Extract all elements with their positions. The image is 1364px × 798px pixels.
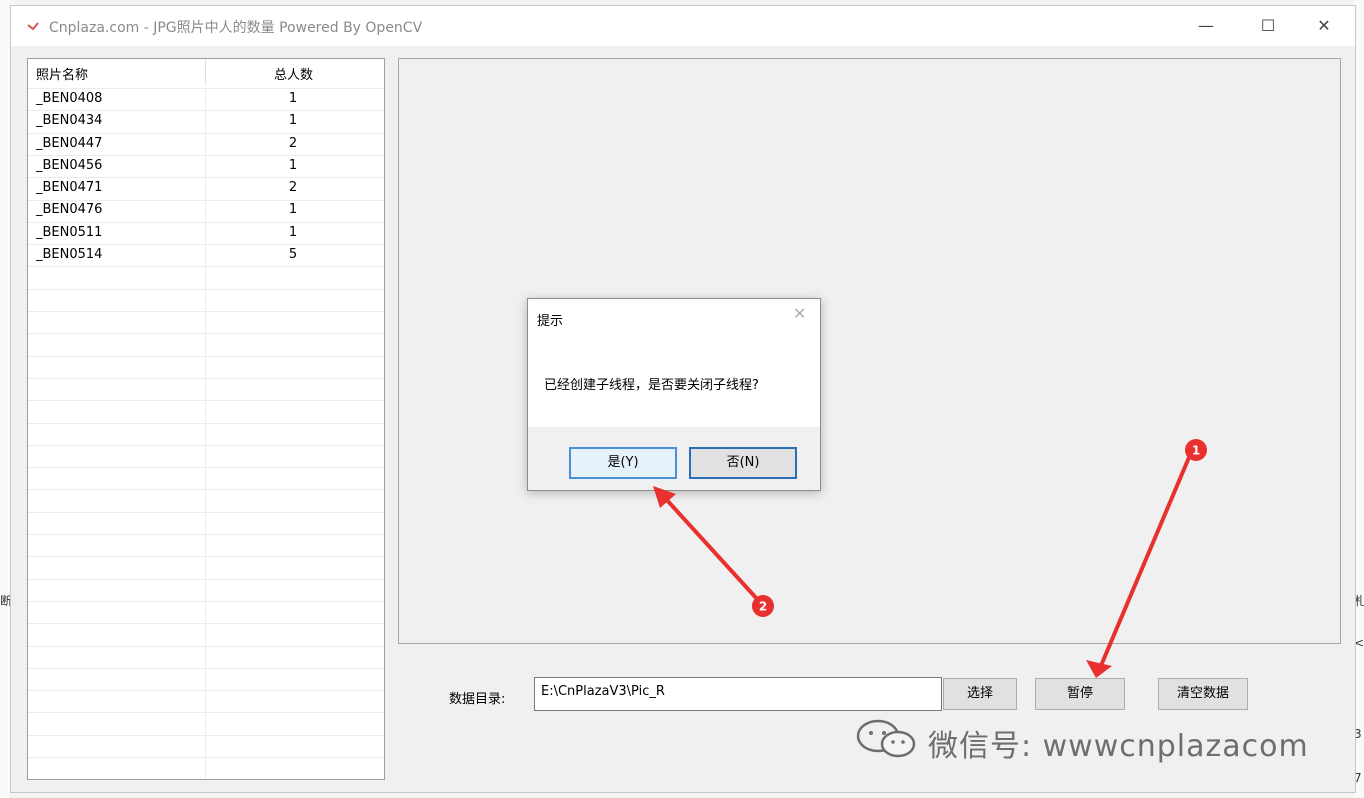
- people-count-cell: 2: [288, 135, 298, 151]
- watermark: 微信号: wwwcnplazacom: [852, 715, 1332, 765]
- grid-line: [28, 333, 384, 335]
- list-item[interactable]: _BEN0511 1: [28, 222, 384, 244]
- grid-line: [28, 645, 384, 647]
- people-count-cell: 2: [288, 180, 298, 196]
- list-item[interactable]: _BEN0471 2: [28, 177, 384, 199]
- grid-line: [28, 422, 384, 424]
- grid-line: [28, 779, 384, 780]
- grid-line: [28, 534, 384, 535]
- background-edge-left: [0, 0, 10, 798]
- list-item[interactable]: _BEN0456 1: [28, 155, 384, 177]
- grid-line: [28, 690, 384, 692]
- photo-name-cell: _BEN0456: [36, 157, 103, 173]
- watermark-text: 微信号: wwwcnplazacom: [928, 729, 1309, 764]
- dialog-footer: 是(Y) 否(N): [528, 427, 820, 490]
- list-rows: _BEN0408 1 _BEN0434 1 _BEN0447 2 _BEN0456 1 _BEN…: [28, 88, 384, 266]
- people-count-cell: 1: [288, 224, 298, 240]
- grid-line: [28, 623, 384, 625]
- grid-line: [28, 489, 384, 491]
- photo-name-cell: _BEN0447: [36, 135, 103, 151]
- people-count-cell: 5: [288, 247, 298, 263]
- dialog-title: 提示: [537, 314, 564, 329]
- grid-line: [28, 734, 384, 736]
- dialog-message: 已经创建子线程，是否要关闭子线程?: [544, 378, 759, 393]
- grid-line: [28, 311, 384, 312]
- grid-line: [28, 377, 384, 379]
- grid-line: [28, 467, 384, 469]
- photo-name-cell: _BEN0408: [36, 91, 103, 106]
- grid-line: [28, 578, 384, 580]
- no-button[interactable]: 否(N): [689, 447, 797, 479]
- list-item[interactable]: _BEN0434 1: [28, 110, 384, 132]
- column-header-total-people[interactable]: 总人数: [274, 64, 313, 83]
- photo-list[interactable]: 照片名称 总人数 _BEN0408 1 _BEN0434 1 _BEN0447 2 _BEN…: [27, 58, 385, 780]
- photo-name-cell: _BEN0514: [36, 247, 103, 263]
- photo-name-cell: _BEN0434: [36, 113, 103, 129]
- photo-name-cell: _BEN0511: [36, 224, 103, 240]
- grid-line: [28, 757, 384, 758]
- list-header: 照片名称 总人数: [28, 59, 384, 85]
- maximize-icon[interactable]: ☐: [1245, 6, 1291, 46]
- dialog-close-icon[interactable]: ✕: [793, 304, 806, 323]
- grid-line: [28, 288, 384, 290]
- list-item[interactable]: _BEN0408 1: [28, 88, 384, 110]
- grid-line: [28, 511, 384, 513]
- grid-line: [28, 712, 384, 714]
- title-bar[interactable]: Cnplaza.com - JPG照片中人的数量 Powered By Open…: [11, 6, 1355, 46]
- list-item[interactable]: _BEN0514 5: [28, 244, 384, 266]
- prompt-dialog: 提示 ✕ 已经创建子线程，是否要关闭子线程? 是(Y) 否(N): [527, 298, 821, 491]
- select-button[interactable]: 选择: [943, 678, 1017, 710]
- wechat-icon: [856, 719, 916, 758]
- list-item[interactable]: _BEN0447 2: [28, 133, 384, 155]
- list-item[interactable]: _BEN0476 1: [28, 199, 384, 221]
- close-icon[interactable]: ✕: [1301, 6, 1347, 46]
- data-directory-label: 数据目录:: [449, 692, 506, 707]
- photo-name-cell: _BEN0476: [36, 202, 103, 218]
- grid-line: [28, 266, 384, 268]
- minimize-icon[interactable]: —: [1183, 6, 1229, 46]
- yes-button[interactable]: 是(Y): [569, 447, 677, 479]
- people-count-cell: 1: [288, 157, 298, 173]
- people-count-cell: 1: [288, 202, 298, 218]
- window-title: Cnplaza.com - JPG照片中人的数量 Powered By Open…: [49, 20, 423, 36]
- clear-data-button[interactable]: 清空数据: [1158, 678, 1248, 710]
- people-count-cell: 1: [288, 113, 298, 129]
- grid-line: [28, 400, 384, 402]
- app-icon: [27, 22, 39, 31]
- people-count-cell: 1: [288, 91, 298, 106]
- pause-button[interactable]: 暂停: [1035, 678, 1125, 710]
- grid-line: [28, 556, 384, 558]
- grid-line: [28, 355, 384, 357]
- grid-line: [28, 600, 384, 602]
- grid-line: [28, 444, 384, 446]
- column-header-photo-name[interactable]: 照片名称: [36, 64, 88, 83]
- data-directory-input[interactable]: E:\CnPlazaV3\Pic_R: [534, 677, 942, 711]
- photo-name-cell: _BEN0471: [36, 180, 103, 196]
- grid-line: [28, 667, 384, 669]
